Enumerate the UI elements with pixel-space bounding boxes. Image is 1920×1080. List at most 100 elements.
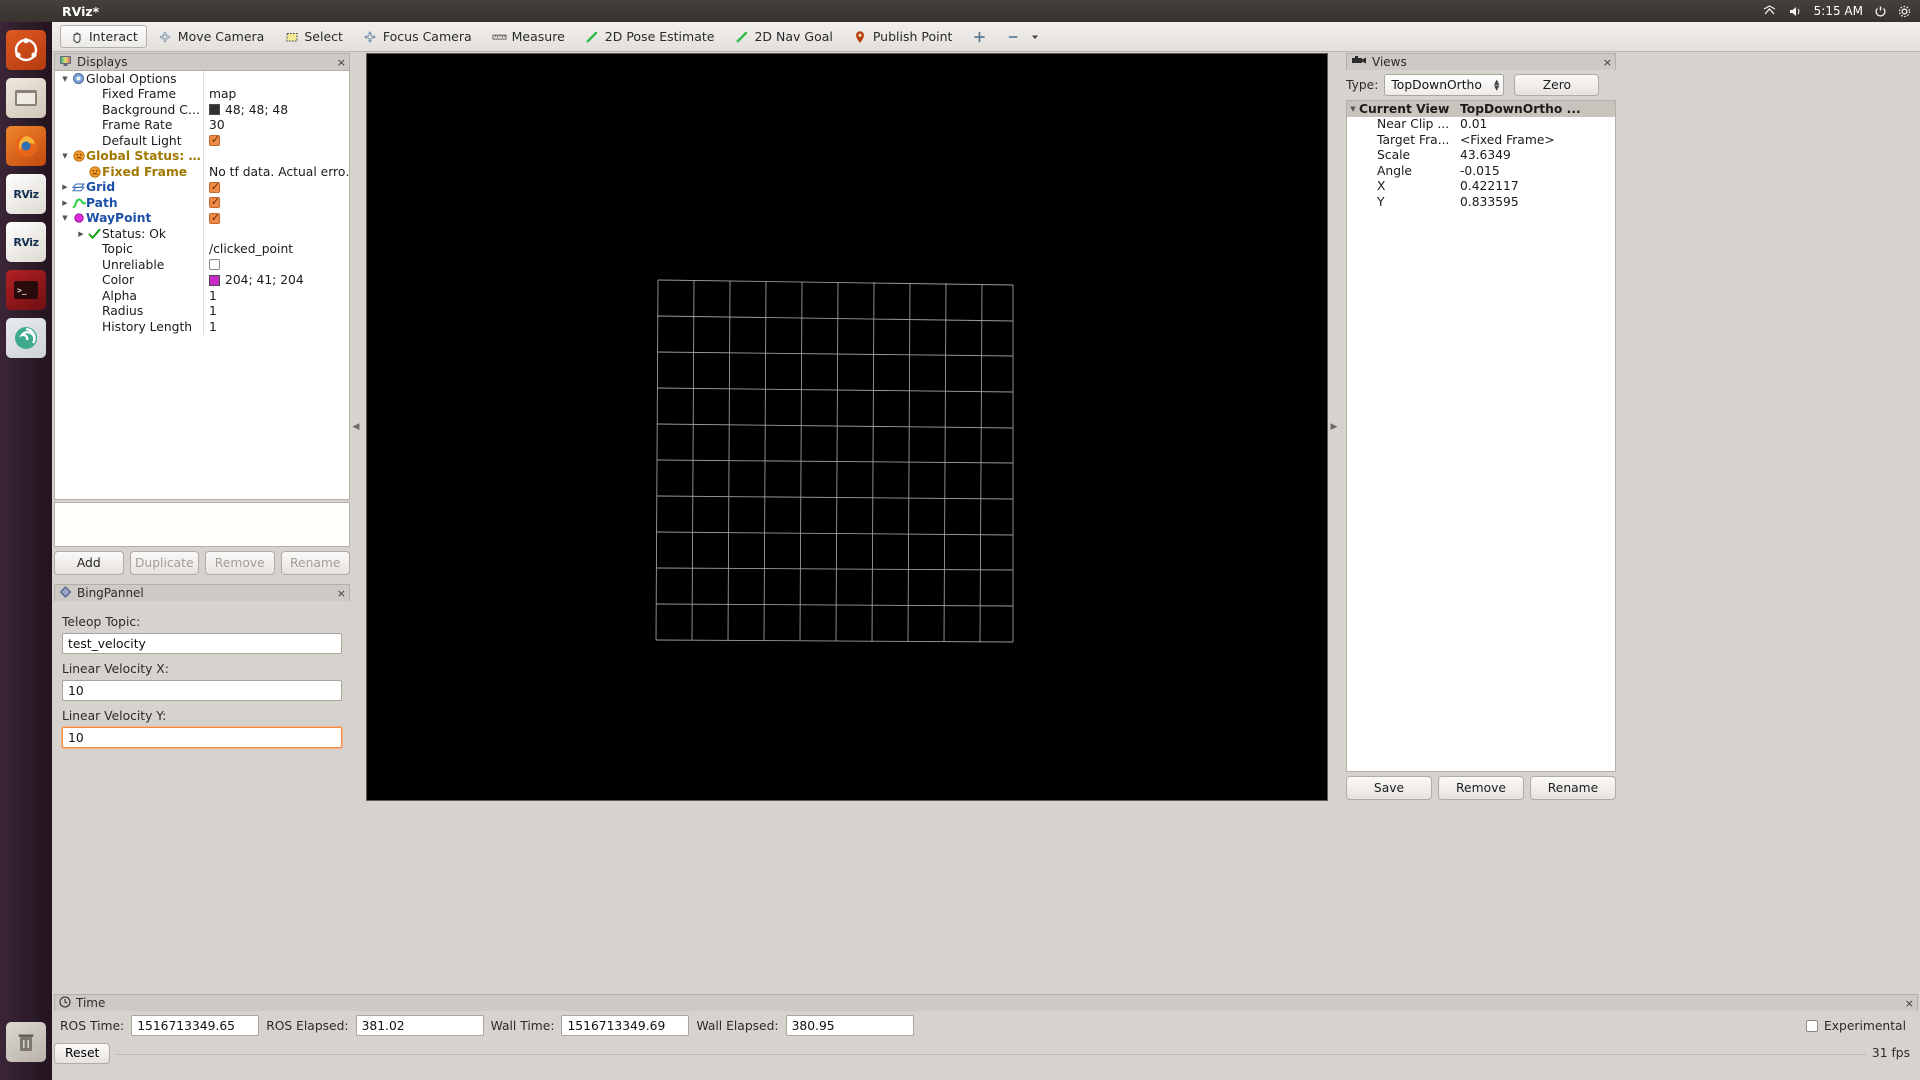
expand-arrow-icon[interactable]: ▼	[59, 214, 71, 222]
view-type-combobox[interactable]: TopDownOrtho ▲ ▼	[1384, 74, 1505, 96]
close-icon[interactable]: ×	[1603, 56, 1612, 69]
wall-time-field[interactable]: 1516713349.69	[561, 1015, 690, 1036]
enable-checkbox[interactable]	[209, 180, 221, 194]
enable-checkbox[interactable]	[209, 133, 221, 147]
toolbar-overflow-button[interactable]	[998, 25, 1051, 48]
add-display-button[interactable]: Add	[54, 551, 124, 575]
color-swatch[interactable]	[209, 274, 220, 286]
wall-elapsed-field[interactable]: 380.95	[785, 1015, 914, 1036]
tool-2d-pose-estimate[interactable]: 2D Pose Estimate	[576, 25, 724, 48]
display-row[interactable]: Background Color 48; 48; 48	[55, 102, 349, 118]
linear-velocity-x-input[interactable]: 10	[62, 680, 342, 701]
display-row-value-cell[interactable]: 1	[204, 304, 349, 320]
display-row-value-cell[interactable]	[204, 211, 349, 227]
display-row-value-cell[interactable]	[204, 180, 349, 196]
view-property-row[interactable]: Y 0.833595	[1347, 194, 1615, 210]
left-splitter-handle[interactable]: ◀	[352, 53, 360, 801]
expand-arrow-icon[interactable]: ▼	[1347, 105, 1359, 113]
display-row[interactable]: History Length 1	[55, 319, 349, 335]
render-viewport-3d[interactable]	[366, 53, 1328, 801]
rename-display-button[interactable]: Rename	[280, 551, 350, 575]
view-property-value[interactable]: 0.422117	[1455, 179, 1615, 193]
experimental-toggle[interactable]: Experimental	[1805, 1019, 1918, 1033]
display-row-value-cell[interactable]	[204, 257, 349, 273]
display-row[interactable]: ▼ Global Status: W...	[55, 148, 349, 165]
display-row[interactable]: Fixed Frame map	[55, 86, 349, 103]
ros-time-field[interactable]: 1516713349.65	[131, 1015, 260, 1036]
duplicate-display-button[interactable]: Duplicate	[129, 551, 199, 575]
view-property-value[interactable]: 0.01	[1455, 117, 1615, 131]
display-row-value-cell[interactable]	[204, 195, 349, 211]
view-property-row[interactable]: Near Clip ... 0.01	[1347, 117, 1615, 133]
view-property-row[interactable]: Target Fra... <Fixed Frame>	[1347, 132, 1615, 148]
enable-checkbox[interactable]	[209, 211, 221, 225]
view-property-row[interactable]: Scale 43.6349	[1347, 148, 1615, 164]
display-row-value-cell[interactable]: 204; 41; 204	[204, 273, 349, 289]
tool-measure[interactable]: Measure	[483, 25, 574, 48]
network-icon[interactable]	[1762, 4, 1777, 18]
display-row[interactable]: ▶ Status: Ok	[55, 226, 349, 242]
view-property-row[interactable]: X 0.422117	[1347, 179, 1615, 195]
launcher-item-ubuntu-dash[interactable]	[6, 30, 46, 70]
display-row-value-cell[interactable]: 48; 48; 48	[204, 102, 349, 118]
display-row[interactable]: Unreliable	[55, 257, 349, 273]
display-row[interactable]: Topic/clicked_point	[55, 241, 349, 257]
launcher-item-rviz-2[interactable]: RViz	[6, 222, 46, 262]
display-row-value-cell[interactable]	[204, 133, 349, 149]
power-icon[interactable]	[1874, 5, 1887, 18]
system-clock[interactable]: 5:15 AM	[1814, 4, 1863, 18]
launcher-item-terminal[interactable]: >_	[6, 270, 46, 310]
close-icon[interactable]: ×	[1905, 997, 1914, 1010]
launcher-item-rviz-1[interactable]: RViz	[6, 174, 46, 214]
rename-view-button[interactable]: Rename	[1530, 776, 1616, 800]
display-row[interactable]: Frame Rate 30	[55, 117, 349, 134]
tool-publish-point[interactable]: Publish Point	[844, 25, 962, 48]
display-row[interactable]: ▼ Global Options	[55, 71, 349, 87]
display-row-value-cell[interactable]: No tf data. Actual erro…	[204, 164, 349, 180]
launcher-item-files[interactable]	[6, 78, 46, 118]
display-row-value-cell[interactable]	[204, 149, 349, 165]
display-row-value-cell[interactable]: 30	[204, 118, 349, 134]
tool-2d-nav-goal[interactable]: 2D Nav Goal	[725, 25, 841, 48]
launcher-item-firefox[interactable]	[6, 126, 46, 166]
launcher-item-gazebo[interactable]	[6, 318, 46, 358]
display-row[interactable]: Fixed Frame No tf data. Actual erro…	[55, 164, 349, 180]
launcher-item-trash[interactable]	[6, 1022, 46, 1062]
collapse-arrow-icon[interactable]: ▶	[75, 230, 87, 238]
close-icon[interactable]: ×	[337, 56, 346, 69]
tool-interact[interactable]: Interact	[60, 25, 147, 48]
reset-button[interactable]: Reset	[54, 1042, 111, 1064]
display-row-value-cell[interactable]: map	[204, 87, 349, 103]
remove-display-button[interactable]: Remove	[205, 551, 275, 575]
display-row[interactable]: Default Light	[55, 133, 349, 149]
right-splitter-handle[interactable]: ▶	[1330, 53, 1338, 801]
display-row-value-cell[interactable]: 1	[204, 288, 349, 304]
experimental-checkbox[interactable]	[1805, 1019, 1818, 1032]
close-icon[interactable]: ×	[337, 587, 346, 600]
enable-checkbox[interactable]	[209, 195, 221, 209]
displays-tree[interactable]: ▼ Global Options Fixed Frame map Background …	[54, 70, 350, 500]
gear-icon[interactable]	[1898, 5, 1911, 18]
display-row[interactable]: ▶ Grid	[55, 179, 349, 196]
zero-button[interactable]: Zero	[1514, 74, 1600, 96]
tool-move-camera[interactable]: Move Camera	[149, 25, 274, 48]
display-row-value-cell[interactable]: 1	[204, 319, 349, 335]
display-row[interactable]: ▼ WayPoint	[55, 210, 349, 227]
remove-view-button[interactable]: Remove	[1438, 776, 1524, 800]
save-view-button[interactable]: Save	[1346, 776, 1432, 800]
collapse-arrow-icon[interactable]: ▶	[59, 199, 71, 207]
view-property-value[interactable]: 0.833595	[1455, 195, 1615, 209]
tool-select[interactable]: Select	[275, 25, 352, 48]
display-row[interactable]: Radius 1	[55, 303, 349, 320]
color-swatch[interactable]	[209, 104, 220, 116]
views-tree[interactable]: ▼ Current View TopDownOrtho ... Near Cli…	[1346, 100, 1616, 772]
volume-icon[interactable]	[1788, 5, 1803, 18]
tool-focus-camera[interactable]: Focus Camera	[354, 25, 481, 48]
display-row[interactable]: Color 204; 41; 204	[55, 272, 349, 289]
expand-arrow-icon[interactable]: ▼	[59, 152, 71, 160]
view-property-value[interactable]: -0.015	[1455, 164, 1615, 178]
display-row-value-cell[interactable]	[204, 71, 349, 87]
ros-elapsed-field[interactable]: 381.02	[355, 1015, 484, 1036]
add-tool-button[interactable]	[963, 25, 996, 48]
display-row[interactable]: Alpha 1	[55, 288, 349, 304]
